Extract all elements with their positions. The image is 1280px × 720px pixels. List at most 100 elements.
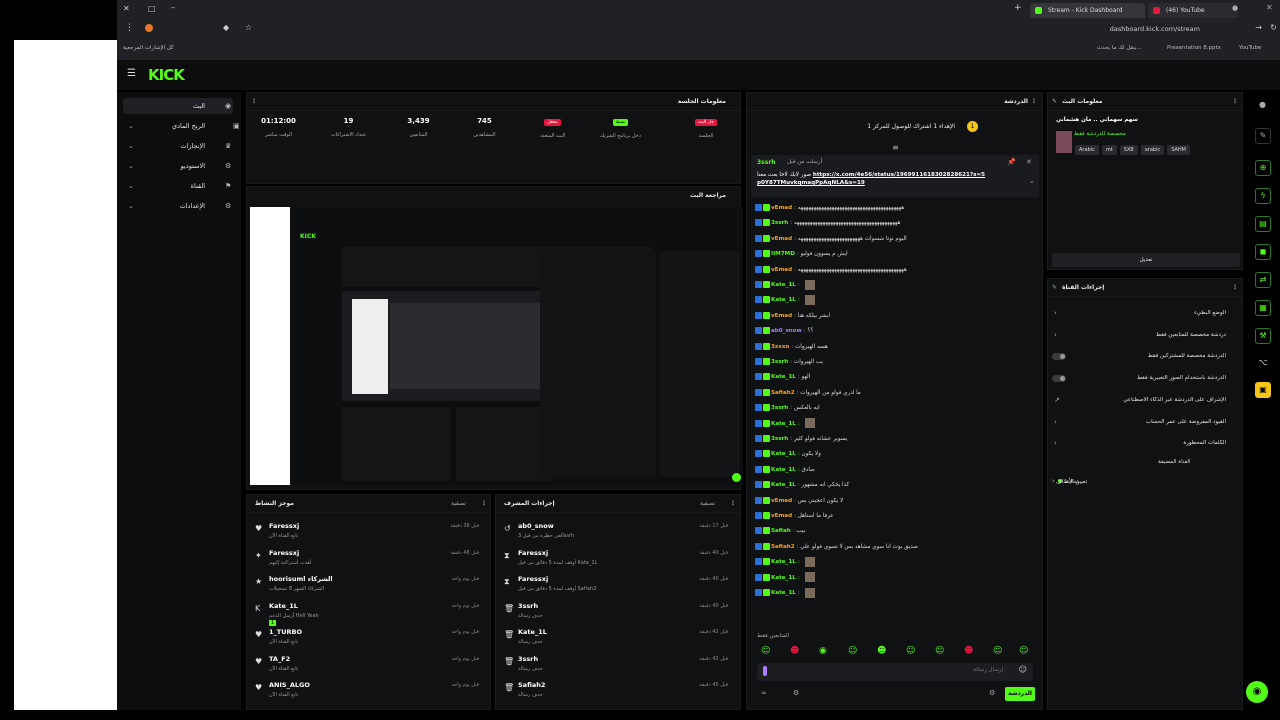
username[interactable]: ANIS_ALGO <box>269 681 310 689</box>
kebab-icon[interactable]: ⋮ <box>730 495 736 513</box>
username[interactable]: ab0_snow <box>518 522 554 530</box>
all-bookmarks-label[interactable]: كل الإشارات المرجعية <box>123 45 174 51</box>
pin-icon[interactable]: 📌 <box>1007 158 1016 166</box>
edit-stream-button[interactable]: تعديل <box>1052 253 1240 267</box>
username[interactable]: Kate_1L <box>269 602 298 610</box>
pinned-message[interactable]: 3ssrh أرسلت من قبل 📌 ✕ صور لابك لاخا بعث… <box>751 155 1039 197</box>
pencil-icon[interactable]: ✎ <box>1052 93 1057 111</box>
chat-username[interactable]: Kate_1L <box>771 282 796 288</box>
channel-action-row[interactable]: › القيود المفروضة على عمر الحساب <box>1048 412 1244 433</box>
list-item[interactable]: ⧗ Faressxj أوقف لمدة 5 دقائق من قبل Safiah… <box>496 574 736 600</box>
emote-icon[interactable]: ☻ <box>790 646 799 656</box>
chat-username[interactable]: ab0_snow <box>771 328 802 334</box>
chat-message[interactable]: Kate_1L: الهو <box>755 370 1035 385</box>
chat-message[interactable]: 3ssrh: ايه بالعكس <box>755 401 1035 416</box>
kebab-icon[interactable]: ⋮ <box>1031 93 1037 111</box>
chat-username[interactable]: IIM7MD <box>771 251 795 257</box>
emote-icon[interactable]: ☻ <box>964 646 973 656</box>
chat-message[interactable]: vEmad: ابشر بيلكه هنا <box>755 309 1035 324</box>
chat-message[interactable]: IIM7MD: ايش م يسوون فوليو <box>755 247 1035 262</box>
mic-icon[interactable] <box>763 666 767 676</box>
nav-item-studio[interactable]: ⌄ ⚙ الاستوديو <box>123 158 233 174</box>
chat-message[interactable]: Safiah2: صديق بوت انا سوي مشاهد بس لا تس… <box>755 540 1035 555</box>
chat-username[interactable]: Kate_1L <box>771 559 796 565</box>
list-item[interactable]: ★ hoorisuml الشركاء الشركاء الشهر 8 تسجيلا… <box>247 574 487 600</box>
chat-message[interactable]: 3ssrh: يسوير عشانه فولو كثير <box>755 432 1035 447</box>
chevron-down-icon[interactable]: ⌄ <box>1029 177 1035 185</box>
chat-message[interactable]: Kate_1L: <box>755 278 1035 293</box>
username[interactable]: Faressxj <box>269 522 299 530</box>
emote-icon[interactable]: ☺ <box>761 646 770 656</box>
folder-icon[interactable]: ▣ <box>1255 382 1271 398</box>
chat-message[interactable]: Kate_1L: <box>755 571 1035 586</box>
nav-item-achievements[interactable]: ⌄ ♛ الإنجازات <box>123 138 233 154</box>
channel-action-row[interactable]: › دردشة مخصصة للمتابعين فقط <box>1048 325 1244 346</box>
list-item[interactable]: ♥ 1_TURBO تابع القناة الآن قبل يوم واحد <box>247 627 487 653</box>
username[interactable]: Safiah2 <box>518 681 545 689</box>
username[interactable]: TA_F2 <box>269 655 290 663</box>
chat-username[interactable]: vEmad <box>771 313 792 319</box>
hamburger-icon[interactable]: ☰ <box>127 68 136 79</box>
address-bar[interactable]: ⋮ ◆ ☆ dashboard.kick.com/stream → ↻ <box>117 21 1280 39</box>
chat-icon[interactable]: ◼ <box>1255 244 1271 260</box>
chat-message[interactable]: ab0_snow: ؟؟ <box>755 324 1035 339</box>
list-item[interactable]: ⧗ Faressxj أوقف لمدة 5 دقائق من قبل Kate_1… <box>496 548 736 574</box>
emote-icon[interactable]: ◉ <box>819 646 827 656</box>
collapse-icon[interactable]: ≡ <box>892 143 899 152</box>
chat-username[interactable]: Safiah2 <box>771 390 795 396</box>
username[interactable]: Kate_1L <box>518 628 547 636</box>
card-icon[interactable]: ▤ <box>1255 216 1271 232</box>
forward-icon[interactable]: → <box>1255 23 1262 32</box>
chat-username[interactable]: Kate_1L <box>771 575 796 581</box>
wrench-icon[interactable]: ⚒ <box>1255 328 1271 344</box>
stream-category[interactable]: مخصصة الدردشة فقط <box>1074 131 1126 137</box>
new-tab-icon[interactable]: + <box>1014 3 1022 13</box>
goals-row[interactable]: › فعال 1 تعيين الأهداف <box>1048 475 1244 491</box>
chat-username[interactable]: 3zxxn <box>771 344 789 350</box>
username[interactable]: Faressxj <box>269 549 299 557</box>
help-icon[interactable]: ● <box>1259 100 1266 109</box>
share-icon[interactable]: ⌥ <box>1255 356 1271 372</box>
username[interactable]: 1_TURBO <box>269 628 302 636</box>
channel-action-row[interactable]: › الوضع البطيء <box>1048 303 1244 324</box>
nav-item-channel[interactable]: ⌄ ⚑ القناة <box>123 178 233 194</box>
chat-username[interactable]: Kate_1L <box>771 590 796 596</box>
bookmark-item[interactable]: Presentation 8.pptx <box>1167 45 1221 51</box>
chat-username[interactable]: vEmad <box>771 498 792 504</box>
pencil-icon[interactable]: ✎ <box>1255 128 1271 144</box>
settings-icon[interactable]: ⚙ <box>793 689 799 697</box>
channel-action-row[interactable]: ↗ الإشراف على الدردشة عبر الذكاء الاصطناع… <box>1048 390 1244 411</box>
nav-item-monetization[interactable]: ⌄ ▣ الربح المادي <box>123 118 240 134</box>
support-chat-icon[interactable]: ◉ <box>1246 681 1268 703</box>
emote-icon[interactable]: ☺ <box>906 646 915 656</box>
reload-icon[interactable]: ↻ <box>1270 23 1277 32</box>
chat-tools-icon[interactable]: ∞ <box>761 689 767 697</box>
close-icon[interactable]: ✕ <box>123 4 130 13</box>
send-chat-button[interactable]: الدردشة <box>1005 687 1035 701</box>
chat-message[interactable]: 3ssrh: ههههههههههههههههههههههههههههههههه… <box>755 216 1035 231</box>
chat-message[interactable]: Kate_1L: <box>755 293 1035 308</box>
emote-icon[interactable]: ☺ <box>993 646 1002 656</box>
tab-kick-dashboard[interactable]: Stream - Kick Dashboard <box>1030 3 1145 18</box>
pencil-icon[interactable]: ✎ <box>1052 279 1057 297</box>
list-item[interactable]: 🗑 3ssrh حذف رسالة قبل 40 دقيقة <box>496 601 736 627</box>
username[interactable]: 3ssrh <box>518 602 538 610</box>
chat-message[interactable]: Kate_1L: <box>755 586 1035 601</box>
chat-username[interactable]: Kate_1L <box>771 421 796 427</box>
emote-icon[interactable]: ☺ <box>1019 646 1028 656</box>
target-icon[interactable]: ⊕ <box>1255 160 1271 176</box>
layers-icon[interactable]: ▦ <box>1255 300 1271 316</box>
chat-username[interactable]: Safiah <box>771 528 791 534</box>
list-item[interactable]: ✦ Faressxj أهدت أشتراكية إليهم قبل 48 دقيقة <box>247 548 487 574</box>
profile-icon[interactable]: ● <box>1232 4 1238 12</box>
list-item[interactable]: ♥ ANIS_ALGO تابع القناة الآن قبل يوم واحد <box>247 680 487 706</box>
chat-username[interactable]: 3ssrh <box>771 405 788 411</box>
stream-preview-video[interactable]: KICK <box>250 207 743 485</box>
kebab-icon[interactable]: ⋮ <box>481 495 487 513</box>
chat-message[interactable]: Kate_1L: كذا يحكي انه مشهور <box>755 478 1035 493</box>
chat-message[interactable]: Safiah2: ما ادري فولو من الهيروات <box>755 386 1035 401</box>
filter-button[interactable]: تصفية <box>700 495 715 513</box>
chat-message[interactable]: 3zxxn: هسه الهيروات <box>755 340 1035 355</box>
chat-message[interactable]: vEmad: عرفا ما استاهل <box>755 509 1035 524</box>
username[interactable]: 3ssrh <box>518 655 538 663</box>
